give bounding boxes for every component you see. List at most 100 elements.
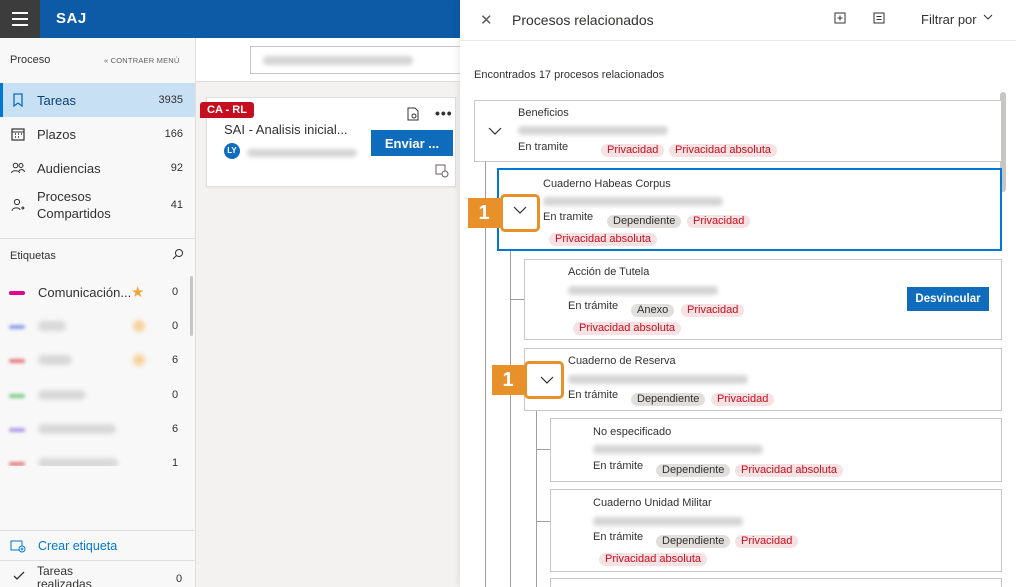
star-icon[interactable]: ★	[131, 283, 144, 301]
process-node[interactable]: Cuaderno de Reserva En trámite Dependien…	[524, 348, 1002, 411]
process-node[interactable]	[550, 578, 1002, 587]
process-node[interactable]: Cuaderno Habeas Corpus En tramite Depend…	[497, 168, 1002, 251]
tag-pill: Dependiente	[607, 215, 682, 228]
tag-label-redacted	[38, 458, 118, 466]
sidebar-item-count: 0	[176, 573, 183, 585]
tag-item[interactable]: Comunicación... ★ 0	[0, 283, 190, 303]
tag-pill: Privacidad absoluta	[549, 233, 658, 246]
more-options-icon[interactable]: •••	[435, 105, 453, 121]
process-status: En trámite	[593, 531, 644, 543]
sidebar-item-label: Procesos Compartidos	[37, 189, 111, 221]
process-status: En tramite	[518, 141, 569, 153]
collapse-menu-button[interactable]: « CONTRAER MENÚ	[104, 56, 180, 65]
process-title: Cuaderno de Reserva	[568, 355, 676, 367]
search-bar	[196, 38, 470, 82]
sidebar-item-procesos-compartidos[interactable]: Procesos Compartidos 41	[0, 185, 195, 225]
tree-line	[536, 521, 550, 522]
tag-count: 6	[172, 423, 179, 435]
hamburger-menu-icon[interactable]	[0, 0, 40, 38]
callout-highlight	[524, 361, 564, 399]
process-node[interactable]: No especificado En trámite Dependiente P…	[550, 418, 1002, 482]
tag-pill: Dependiente	[631, 393, 706, 406]
tag-pill: Privacidad	[601, 144, 665, 157]
search-icon[interactable]	[172, 248, 184, 260]
create-tag-label: Crear etiqueta	[38, 539, 118, 553]
process-number-redacted	[593, 445, 763, 454]
avatar: LY	[224, 143, 240, 159]
case-badge: CA - RL	[200, 102, 254, 118]
process-status: En trámite	[568, 389, 619, 401]
tag-count: 0	[172, 389, 179, 401]
left-sidebar: Proceso « CONTRAER MENÚ Tareas 3935 Plaz…	[0, 38, 196, 587]
tag-pill: Privacidad absoluta	[573, 322, 682, 335]
tag-color	[9, 291, 25, 295]
chevron-down-icon[interactable]	[983, 12, 993, 22]
tag-pill: Privacidad	[681, 304, 745, 317]
document-icon[interactable]	[407, 107, 419, 121]
sidebar-item-plazos[interactable]: Plazos 166	[0, 117, 195, 151]
related-processes-panel: ✕ Procesos relacionados Filtrar por Enco…	[460, 0, 1016, 587]
close-icon[interactable]: ✕	[480, 11, 493, 29]
filter-dropdown[interactable]: Filtrar por	[921, 12, 977, 27]
tag-count: 6	[172, 354, 179, 366]
star-icon[interactable]	[133, 320, 145, 332]
tag-item[interactable]: 0	[0, 317, 190, 337]
process-title: Cuaderno Unidad Militar	[593, 497, 712, 509]
sidebar-item-tareas[interactable]: Tareas 3935	[0, 83, 195, 117]
tag-item[interactable]: 0	[0, 386, 190, 406]
app-brand: SAJ	[56, 10, 87, 27]
tag-item[interactable]: 6	[0, 351, 190, 371]
tag-label-redacted	[38, 390, 86, 400]
sidebar-scrollbar[interactable]	[190, 276, 193, 336]
link-document-icon[interactable]	[435, 164, 449, 178]
tag-pill: Privacidad absoluta	[735, 464, 844, 477]
tree-line	[510, 299, 524, 300]
chevron-down-icon[interactable]	[488, 127, 502, 135]
process-title: No especificado	[593, 426, 672, 438]
star-icon[interactable]	[133, 354, 145, 366]
search-input[interactable]	[250, 46, 470, 74]
tag-count: 0	[172, 320, 179, 332]
sidebar-item-count: 41	[170, 199, 183, 211]
add-tag-icon	[10, 540, 26, 553]
tag-pill: Privacidad	[735, 535, 799, 548]
unlink-button[interactable]: Desvincular	[907, 287, 989, 311]
process-node[interactable]: Beneficios En tramite Privacidad Privaci…	[474, 100, 1002, 162]
tree-line	[536, 449, 550, 450]
process-status: En trámite	[593, 460, 644, 472]
send-button[interactable]: Enviar ...	[371, 130, 453, 156]
sidebar-item-tareas-realizadas[interactable]: Tareas realizadas 0	[0, 560, 196, 587]
tag-item[interactable]: 6	[0, 420, 190, 440]
callout-number: 1	[492, 365, 524, 395]
tag-pill: Dependiente	[656, 464, 731, 477]
tag-count: 0	[172, 286, 179, 298]
process-number-redacted	[568, 375, 748, 384]
tree-line	[536, 411, 537, 587]
tag-color	[9, 394, 25, 398]
tag-pill: Anexo	[631, 304, 675, 317]
tag-label: Comunicación...	[38, 285, 132, 300]
task-title[interactable]: SAI - Analisis inicial...	[224, 122, 348, 137]
results-count: Encontrados 17 procesos relacionados	[474, 69, 665, 81]
tree-line	[510, 251, 511, 587]
expand-all-icon[interactable]	[834, 12, 846, 24]
tag-pill: Dependiente	[656, 535, 731, 548]
process-node[interactable]: Cuaderno Unidad Militar En trámite Depen…	[550, 489, 1002, 572]
create-tag-button[interactable]: Crear etiqueta	[0, 530, 196, 560]
tags-title: Etiquetas	[10, 250, 56, 262]
check-icon	[13, 571, 25, 580]
sidebar-item-label: Tareas	[37, 92, 77, 108]
collapse-all-icon[interactable]	[873, 12, 885, 24]
tag-count: 1	[172, 457, 179, 466]
tag-pill: Privacidad	[711, 393, 775, 406]
tag-color	[9, 359, 25, 363]
sidebar-item-count: 166	[164, 128, 183, 140]
search-text-redacted	[263, 56, 413, 65]
panel-title: Procesos relacionados	[512, 12, 654, 28]
tag-item[interactable]: 1	[0, 454, 190, 466]
sidebar-item-label: Plazos	[37, 126, 77, 142]
task-list-column: SAI - Analisis inicial... LY ••• Enviar …	[196, 38, 470, 587]
process-number-redacted	[568, 286, 718, 295]
sidebar-item-audiencias[interactable]: Audiencias 92	[0, 151, 195, 185]
process-status: En tramite	[543, 211, 594, 223]
